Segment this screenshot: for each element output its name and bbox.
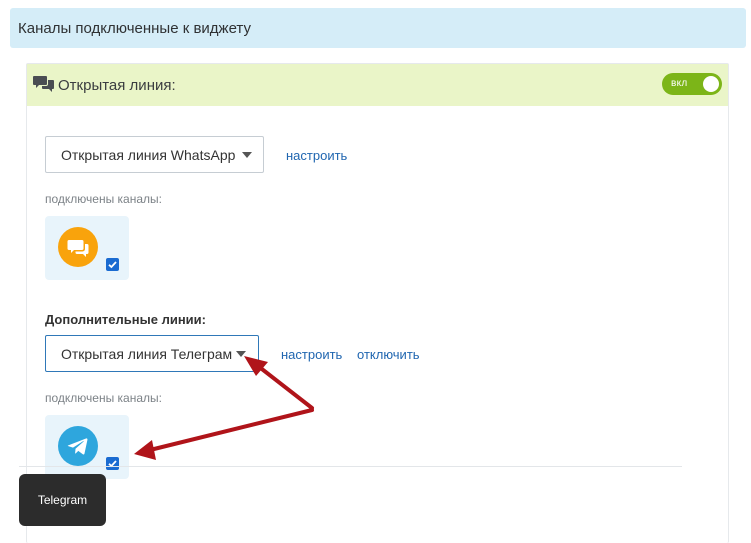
tooltip-text: Telegram xyxy=(37,493,88,507)
additional-line-select[interactable]: Открытая линия Телеграм xyxy=(45,335,259,372)
chat-bubbles-icon xyxy=(58,227,98,267)
open-line-connected-label: подключены каналы: xyxy=(45,192,162,206)
additional-line-channel-checkbox[interactable] xyxy=(106,457,119,470)
panel-title: Каналы подключенные к виджету xyxy=(18,20,251,37)
telegram-icon xyxy=(58,426,98,466)
open-line-select-value: Открытая линия WhatsApp xyxy=(61,147,236,163)
additional-line-disconnect-link[interactable]: отключить xyxy=(357,347,420,362)
open-line-channel-checkbox[interactable] xyxy=(106,258,119,271)
additional-line-channel-tile[interactable] xyxy=(45,415,129,479)
open-line-channel-tile[interactable] xyxy=(45,216,129,280)
panel-header: Каналы подключенные к виджету xyxy=(10,8,746,48)
open-line-section: Открытая линия: вкл xyxy=(26,63,729,543)
open-line-header: Открытая линия: вкл xyxy=(27,64,728,106)
additional-line-select-value: Открытая линия Телеграм xyxy=(61,346,233,362)
toggle-label: вкл xyxy=(671,78,688,89)
chat-icon xyxy=(33,76,54,92)
open-line-select[interactable]: Открытая линия WhatsApp xyxy=(45,136,264,173)
open-line-title: Открытая линия: xyxy=(58,77,176,94)
additional-line-configure-link[interactable]: настроить xyxy=(281,347,342,362)
open-line-configure-link[interactable]: настроить xyxy=(286,148,347,163)
channel-tooltip: Telegram xyxy=(19,474,106,526)
chevron-down-icon xyxy=(242,152,252,158)
toggle-knob xyxy=(703,76,719,92)
chevron-down-icon xyxy=(236,351,246,357)
additional-line-connected-label: подключены каналы: xyxy=(45,391,162,405)
section-divider xyxy=(19,466,682,467)
open-line-toggle[interactable]: вкл xyxy=(662,73,722,95)
additional-lines-title: Дополнительные линии: xyxy=(45,312,206,327)
